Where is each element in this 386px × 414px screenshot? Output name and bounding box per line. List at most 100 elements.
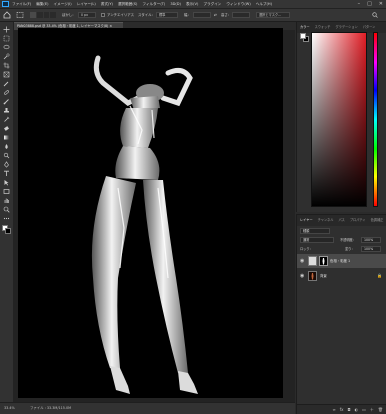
rectangle-tool-icon[interactable] xyxy=(3,188,10,195)
opacity-input[interactable]: 100% xyxy=(361,237,381,243)
subtract-selection-button[interactable] xyxy=(43,12,50,18)
layer-name[interactable]: 色相・彩度 1 xyxy=(330,258,350,264)
quick-select-tool-icon[interactable] xyxy=(3,53,10,60)
visibility-eye-icon[interactable]: ◉ xyxy=(300,273,304,279)
background-thumbnail xyxy=(308,271,317,281)
tab-color[interactable]: カラー xyxy=(300,24,310,31)
antialias-label: アンチエイリアス xyxy=(107,13,134,17)
hand-tool-icon[interactable] xyxy=(3,197,10,204)
blend-mode-select[interactable]: 通常 xyxy=(300,237,334,243)
layer-filter-select[interactable]: 種類 xyxy=(300,228,330,234)
tab-channels[interactable]: チャンネル xyxy=(318,217,334,224)
layer-row-adjustment[interactable]: ◉ 色相・彩度 1 xyxy=(297,254,386,268)
menu-window[interactable]: ウィンドウ(W) xyxy=(226,1,250,7)
feather-input[interactable]: 0 px xyxy=(78,12,96,18)
color-panel: カラー スウォッチ グラデーション パターン xyxy=(296,22,386,212)
search-icon[interactable] xyxy=(372,12,378,18)
height-label: 高さ： xyxy=(221,13,232,17)
menu-filter[interactable]: フィルター(T) xyxy=(142,1,165,7)
layer-row-background[interactable]: ◉ 背景 🔒 xyxy=(297,269,386,283)
marquee-tool-preset-icon[interactable] xyxy=(16,11,24,19)
adjustment-thumbnail xyxy=(308,256,317,266)
lasso-tool-icon[interactable] xyxy=(3,44,10,51)
menu-file[interactable]: ファイル(F) xyxy=(12,1,31,7)
tab-swatches[interactable]: スウォッチ xyxy=(315,24,331,31)
add-selection-button[interactable] xyxy=(36,12,43,18)
brush-tool-icon[interactable] xyxy=(3,98,10,105)
menu-list: ファイル(F) 編集(E) イメージ(I) レイヤー(L) 書式(Y) 選択範囲… xyxy=(12,1,272,7)
type-tool-icon[interactable] xyxy=(3,170,10,177)
hue-slider[interactable] xyxy=(373,32,378,207)
history-brush-tool-icon[interactable] xyxy=(3,116,10,123)
crop-tool-icon[interactable] xyxy=(3,62,10,69)
gradient-tool-icon[interactable] xyxy=(3,134,10,141)
tab-properties[interactable]: プロパティ xyxy=(350,217,366,224)
style-select[interactable]: 標準 xyxy=(156,12,178,18)
panel-foreground-swatch[interactable] xyxy=(300,33,306,39)
selection-mode-buttons xyxy=(30,12,56,18)
photoshop-logo-icon xyxy=(2,1,9,7)
tools-panel xyxy=(0,22,14,402)
menu-3d[interactable]: 3D(D) xyxy=(170,1,181,7)
stamp-tool-icon[interactable] xyxy=(3,107,10,114)
feather-label: ぼかし： xyxy=(62,13,76,17)
home-icon[interactable] xyxy=(3,11,11,19)
document-canvas[interactable] xyxy=(18,28,283,398)
layers-panel: レイヤー チャンネル パス プロパティ 色調補正 種類 通常 不透明度： 100… xyxy=(296,214,386,414)
zoom-tool-icon[interactable] xyxy=(3,206,10,213)
menu-layer[interactable]: レイヤー(L) xyxy=(77,1,96,7)
healing-brush-tool-icon[interactable] xyxy=(3,89,10,96)
tab-paths[interactable]: パス xyxy=(339,217,345,224)
pen-tool-icon[interactable] xyxy=(3,161,10,168)
move-tool-icon[interactable] xyxy=(3,26,10,33)
zoom-level[interactable]: 33.4% xyxy=(4,405,15,411)
dodge-tool-icon[interactable] xyxy=(3,152,10,159)
height-input[interactable] xyxy=(232,12,250,18)
tab-patterns[interactable]: パターン xyxy=(363,24,376,31)
select-and-mask-button[interactable]: 選択とマスク... xyxy=(256,12,290,18)
marquee-tool-icon[interactable] xyxy=(3,35,10,42)
close-button[interactable]: ✕ xyxy=(379,1,383,7)
more-tools-icon[interactable] xyxy=(3,215,10,222)
layer-name[interactable]: 背景 xyxy=(320,273,327,279)
frame-tool-icon[interactable] xyxy=(3,71,10,78)
opacity-label: 不透明度： xyxy=(340,238,356,242)
menu-edit[interactable]: 編集(E) xyxy=(36,1,48,7)
intersect-selection-button[interactable] xyxy=(50,12,56,18)
tab-layers[interactable]: レイヤー xyxy=(300,217,313,224)
color-picker-field[interactable] xyxy=(311,32,367,207)
new-selection-button[interactable] xyxy=(30,12,36,18)
layer-mask-thumbnail[interactable] xyxy=(319,256,328,266)
eraser-tool-icon[interactable] xyxy=(3,125,10,132)
lock-label: ロック： xyxy=(300,247,313,251)
tab-gradients[interactable]: グラデーション xyxy=(336,24,358,31)
status-bar: 33.4% ファイル : 33.3M/115.0M xyxy=(0,402,295,414)
layers-panel-tabs: レイヤー チャンネル パス プロパティ 色調補正 xyxy=(297,215,386,226)
window-controls: – □ ✕ xyxy=(358,1,383,7)
blur-tool-icon[interactable] xyxy=(3,143,10,150)
path-select-tool-icon[interactable] xyxy=(3,179,10,186)
figure-artwork xyxy=(91,55,198,394)
tab-adjustments[interactable]: 色調補正 xyxy=(371,217,384,224)
menu-select[interactable]: 選択範囲(S) xyxy=(118,1,137,7)
menu-type[interactable]: 書式(Y) xyxy=(101,1,113,7)
swap-icon[interactable]: ⇄ xyxy=(214,12,217,18)
style-label: スタイル： xyxy=(138,13,155,17)
background-color-swatch[interactable] xyxy=(5,228,11,234)
maximize-button[interactable]: □ xyxy=(367,1,372,7)
menu-view[interactable]: 表示(V) xyxy=(186,1,198,7)
width-label: 幅： xyxy=(184,13,191,17)
visibility-eye-icon[interactable]: ◉ xyxy=(300,258,304,264)
minimize-button[interactable]: – xyxy=(358,1,361,7)
options-bar: ぼかし： 0 px アンチエイリアス スタイル： 標準 幅： ⇄ 高さ： 選択と… xyxy=(0,9,386,22)
document-info: ファイル : 33.3M/115.0M xyxy=(30,406,72,410)
fill-input[interactable]: 100% xyxy=(361,246,381,252)
lock-icon: 🔒 xyxy=(377,273,382,278)
menu-image[interactable]: イメージ(I) xyxy=(54,1,72,7)
menu-plugins[interactable]: プラグイン xyxy=(203,1,221,7)
menu-help[interactable]: ヘルプ(H) xyxy=(256,1,272,7)
width-input[interactable] xyxy=(193,12,211,18)
menu-bar: ファイル(F) 編集(E) イメージ(I) レイヤー(L) 書式(Y) 選択範囲… xyxy=(0,0,386,9)
antialias-checkbox[interactable] xyxy=(101,13,105,17)
eyedropper-tool-icon[interactable] xyxy=(3,80,10,87)
